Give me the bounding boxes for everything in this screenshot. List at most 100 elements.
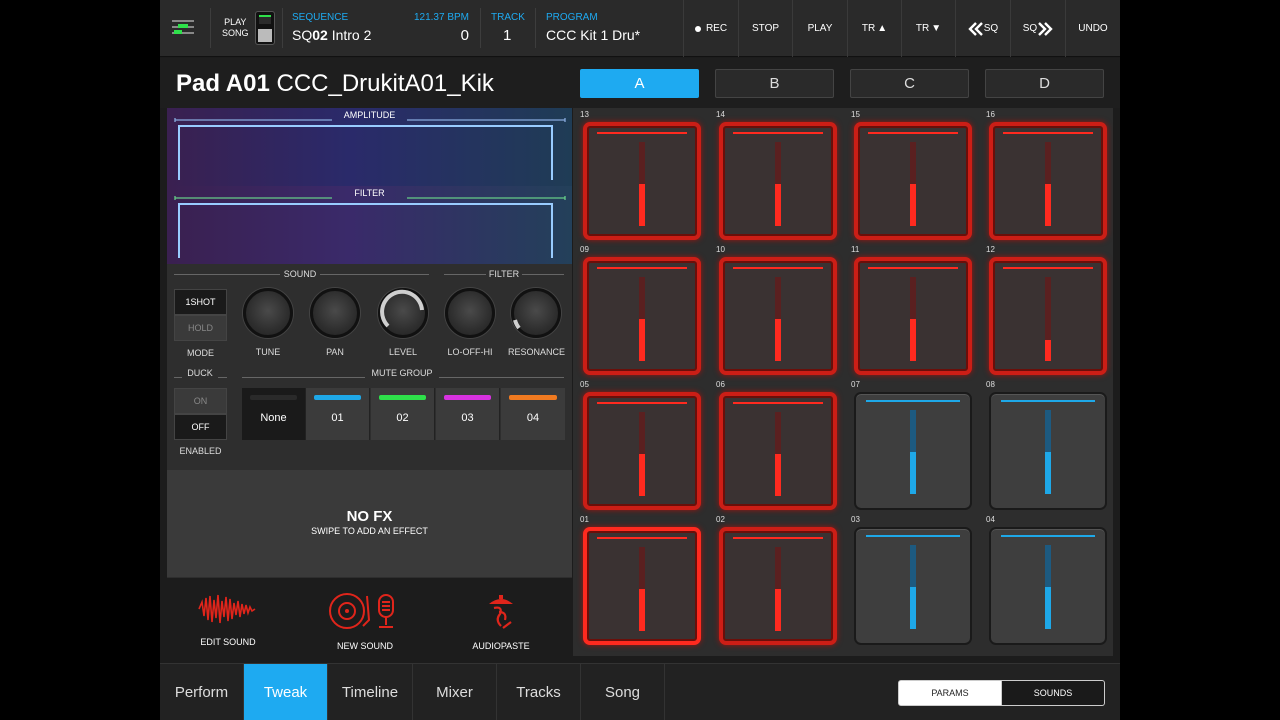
tab-tracks[interactable]: Tracks: [497, 664, 581, 720]
pad-08[interactable]: [989, 392, 1107, 510]
track-down-button[interactable]: TR ▼: [901, 0, 955, 57]
tab-mixer[interactable]: Mixer: [413, 664, 497, 720]
sequence-selector[interactable]: SEQUENCE SQ02 Intro 2 121.37 BPM 0: [283, 0, 479, 57]
tab-song[interactable]: Song: [581, 664, 665, 720]
pan-knob[interactable]: PAN: [307, 288, 363, 357]
duck-on-button[interactable]: ON: [174, 388, 227, 414]
level-knob-dial: [378, 288, 428, 338]
pad-velocity-line: [597, 132, 687, 134]
track-up-button[interactable]: TR ▲: [847, 0, 901, 57]
tab-tweak[interactable]: Tweak: [244, 664, 328, 720]
pad-velocity-line: [1003, 132, 1093, 134]
pad-number: 13: [580, 110, 589, 119]
bank-d-button[interactable]: D: [985, 69, 1104, 98]
rec-button[interactable]: REC: [683, 0, 738, 57]
mute-group-color-bar: [314, 395, 361, 400]
mute-group-02[interactable]: 02: [371, 388, 435, 440]
amplitude-envelope[interactable]: AMPLITUDE: [167, 108, 572, 186]
pad-level-fill: [775, 184, 781, 226]
play-button[interactable]: PLAY: [792, 0, 847, 57]
pad-level-meter: [639, 412, 645, 496]
mute-group-none[interactable]: None: [242, 388, 306, 440]
mode-label: MODE: [187, 348, 214, 358]
audiopaste-button[interactable]: AUDIOPASTE: [451, 592, 551, 651]
sequence-value: SQ02 Intro 2: [292, 27, 372, 43]
pad-13[interactable]: [583, 122, 701, 240]
play-song-label: PLAY SONG: [222, 17, 249, 38]
mute-group-04[interactable]: 04: [501, 388, 565, 440]
mute-group-color-bar: [250, 395, 297, 400]
filter-envelope[interactable]: FILTER: [167, 186, 572, 264]
sound-section-label: SOUND: [280, 269, 320, 279]
edit-sound-button[interactable]: EDIT SOUND: [178, 592, 278, 647]
mute-group-color-bar: [379, 395, 426, 400]
pad-14[interactable]: [719, 122, 837, 240]
track-up-label: TR: [861, 23, 876, 34]
duck-off-button[interactable]: OFF: [174, 414, 227, 440]
sound-tools: EDIT SOUND NEW SOUND AUDIOPASTE: [167, 578, 572, 656]
bank-c-button[interactable]: C: [850, 69, 969, 98]
lo-off-hi-knob[interactable]: LO-OFF-HI: [442, 288, 498, 357]
pad-12[interactable]: [989, 257, 1107, 375]
pad-velocity-line: [733, 132, 823, 134]
sequence-prev-button[interactable]: SQ: [955, 0, 1010, 57]
mute-group-label: MUTE GROUP: [365, 368, 439, 378]
double-chevron-left-icon: [968, 21, 983, 36]
resonance-label: RESONANCE: [508, 347, 566, 357]
pad-number: 01: [580, 515, 589, 524]
sequence-label: SEQUENCE: [292, 12, 349, 23]
pad-number: 02: [716, 515, 725, 524]
mode-1shot-button[interactable]: 1SHOT: [174, 289, 227, 315]
play-song-switch[interactable]: [255, 11, 275, 45]
pad-number: 16: [986, 110, 995, 119]
fx-slot[interactable]: NO FX SWIPE TO ADD AN EFFECT: [167, 470, 572, 577]
filter-label: FILTER: [354, 188, 385, 198]
pad-06[interactable]: [719, 392, 837, 510]
pad-01[interactable]: [583, 527, 701, 645]
pad-level-meter: [639, 142, 645, 226]
tune-label: TUNE: [255, 347, 281, 357]
pad-15[interactable]: [854, 122, 972, 240]
resonance-knob[interactable]: RESONANCE: [508, 288, 566, 357]
pad-03[interactable]: [854, 527, 972, 645]
edit-sound-label: EDIT SOUND: [200, 637, 256, 647]
new-sound-button[interactable]: NEW SOUND: [315, 592, 415, 651]
mute-group-01[interactable]: 01: [306, 388, 370, 440]
mute-group-03[interactable]: 03: [436, 388, 500, 440]
pad-velocity-line: [1001, 535, 1095, 537]
pad-number: 04: [986, 515, 995, 524]
pad-level-meter: [910, 410, 916, 494]
pad-05[interactable]: [583, 392, 701, 510]
pad-10[interactable]: [719, 257, 837, 375]
undo-button[interactable]: UNDO: [1065, 0, 1120, 57]
pad-header: Pad A01 CCC_DrukitA01_Kik A B C D: [160, 58, 1120, 108]
track-selector[interactable]: TRACK 1: [481, 0, 535, 57]
pad-09[interactable]: [583, 257, 701, 375]
bank-a-button[interactable]: A: [580, 69, 699, 98]
sounds-toggle[interactable]: SOUNDS: [1002, 680, 1105, 706]
pad-07[interactable]: [854, 392, 972, 510]
tab-timeline[interactable]: Timeline: [328, 664, 413, 720]
pad-velocity-line: [597, 267, 687, 269]
params-toggle[interactable]: PARAMS: [898, 680, 1002, 706]
bank-b-button[interactable]: B: [715, 69, 834, 98]
pad-16[interactable]: [989, 122, 1107, 240]
pad-11[interactable]: [854, 257, 972, 375]
mode-hold-button[interactable]: HOLD: [174, 315, 227, 341]
pad-02[interactable]: [719, 527, 837, 645]
pad-velocity-line: [868, 267, 958, 269]
sequence-next-button[interactable]: SQ: [1010, 0, 1065, 57]
pad-grid: 13 14 15 16 09 10 11 12 05 06 07 08 01 02 03 04: [573, 108, 1113, 656]
pad-velocity-line: [866, 400, 960, 402]
pad-04[interactable]: [989, 527, 1107, 645]
stop-button[interactable]: STOP: [738, 0, 792, 57]
tab-perform[interactable]: Perform: [160, 664, 244, 720]
program-selector[interactable]: PROGRAM CCC Kit 1 Dru*: [536, 0, 682, 57]
level-knob[interactable]: LEVEL: [375, 288, 431, 357]
tune-knob[interactable]: TUNE: [240, 288, 296, 357]
menu-icon[interactable]: [172, 18, 196, 38]
pad-number: 03: [851, 515, 860, 524]
sequence-prev-label: SQ: [983, 23, 999, 34]
pad-velocity-line: [733, 267, 823, 269]
pad-level-meter: [639, 277, 645, 361]
